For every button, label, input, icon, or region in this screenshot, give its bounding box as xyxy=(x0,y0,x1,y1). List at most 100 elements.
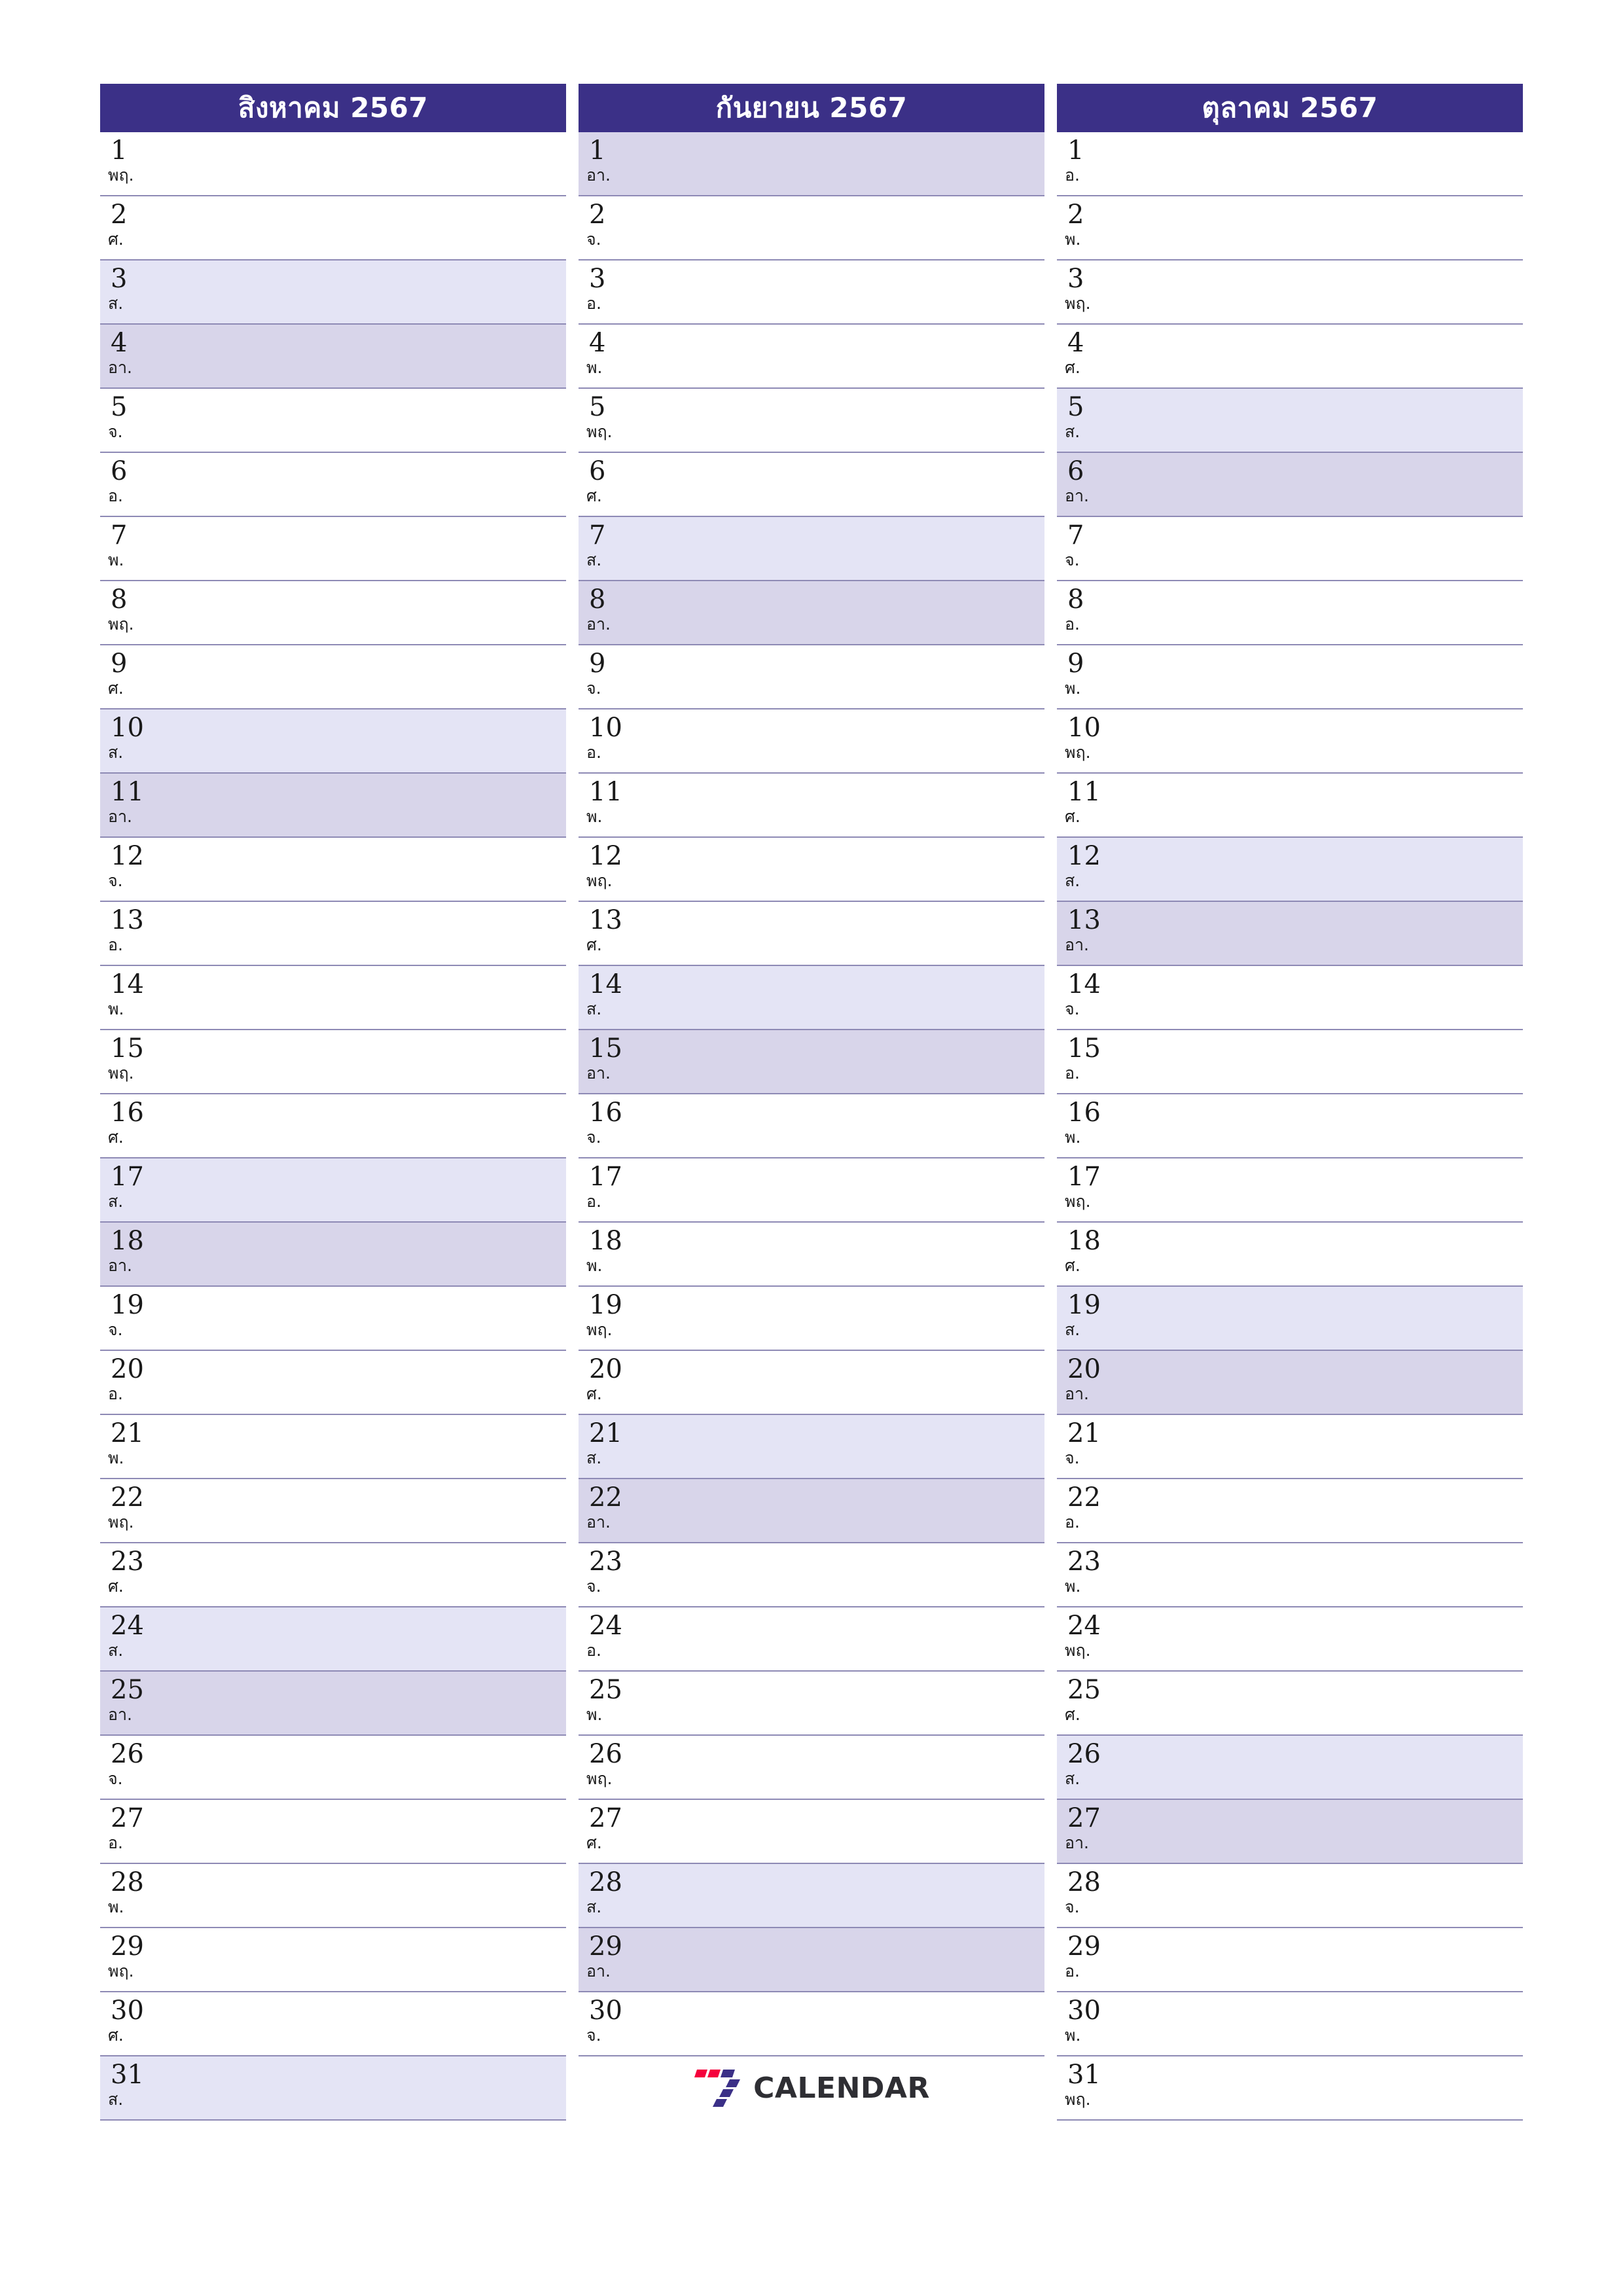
day-row[interactable]: 30 ศ. xyxy=(100,1992,566,2056)
day-row[interactable]: 13 อ. xyxy=(100,902,566,966)
day-row[interactable]: 27 อ. xyxy=(100,1800,566,1864)
day-row[interactable]: 21 พ. xyxy=(100,1415,566,1479)
day-row[interactable]: 7 ส. xyxy=(579,517,1044,581)
day-row[interactable]: 15 อา. xyxy=(579,1030,1044,1094)
day-row[interactable]: 24 ส. xyxy=(100,1607,566,1672)
day-row[interactable]: 20 ศ. xyxy=(579,1351,1044,1415)
day-row[interactable]: 8 อา. xyxy=(579,581,1044,645)
day-weekday-label: พ. xyxy=(586,358,603,377)
day-weekday-label: อา. xyxy=(1065,1833,1089,1852)
day-row[interactable]: 28 พ. xyxy=(100,1864,566,1928)
day-row[interactable]: 17 พฤ. xyxy=(1057,1158,1523,1223)
day-row[interactable]: 28 ส. xyxy=(579,1864,1044,1928)
day-row[interactable]: 24 พฤ. xyxy=(1057,1607,1523,1672)
day-row[interactable]: 17 ส. xyxy=(100,1158,566,1223)
day-weekday-label: ศ. xyxy=(108,2026,124,2045)
day-row[interactable]: 12 จ. xyxy=(100,838,566,902)
day-row[interactable]: 11 ศ. xyxy=(1057,774,1523,838)
day-row[interactable]: 19 จ. xyxy=(100,1287,566,1351)
day-row[interactable]: 16 จ. xyxy=(579,1094,1044,1158)
day-weekday-label: พ. xyxy=(586,807,603,826)
day-row[interactable]: 1 อา. xyxy=(579,132,1044,196)
day-row[interactable]: 9 พ. xyxy=(1057,645,1523,709)
day-row[interactable]: 3 ส. xyxy=(100,260,566,325)
day-row[interactable]: 8 อ. xyxy=(1057,581,1523,645)
day-row[interactable]: 10 ส. xyxy=(100,709,566,774)
day-row[interactable]: 31 พฤ. xyxy=(1057,2056,1523,2121)
day-row[interactable]: 14 จ. xyxy=(1057,966,1523,1030)
day-row[interactable]: 26 ส. xyxy=(1057,1736,1523,1800)
day-row[interactable]: 14 ส. xyxy=(579,966,1044,1030)
day-row[interactable]: 4 อา. xyxy=(100,325,566,389)
day-row[interactable]: 28 จ. xyxy=(1057,1864,1523,1928)
day-row[interactable]: 5 จ. xyxy=(100,389,566,453)
day-row[interactable]: 6 อ. xyxy=(100,453,566,517)
day-row[interactable]: 20 อา. xyxy=(1057,1351,1523,1415)
day-row[interactable]: 1 พฤ. xyxy=(100,132,566,196)
day-row[interactable]: 12 พฤ. xyxy=(579,838,1044,902)
day-row[interactable]: 18 ศ. xyxy=(1057,1223,1523,1287)
day-row[interactable]: 8 พฤ. xyxy=(100,581,566,645)
day-row[interactable]: 10 อ. xyxy=(579,709,1044,774)
day-row[interactable]: 1 อ. xyxy=(1057,132,1523,196)
day-row[interactable]: 7 จ. xyxy=(1057,517,1523,581)
day-row[interactable]: 23 ศ. xyxy=(100,1543,566,1607)
day-row[interactable]: 18 พ. xyxy=(579,1223,1044,1287)
day-row[interactable]: 16 พ. xyxy=(1057,1094,1523,1158)
day-row[interactable]: 11 อา. xyxy=(100,774,566,838)
day-row[interactable]: 27 อา. xyxy=(1057,1800,1523,1864)
day-row[interactable]: 23 จ. xyxy=(579,1543,1044,1607)
day-row[interactable]: 15 อ. xyxy=(1057,1030,1523,1094)
day-row[interactable]: 25 ศ. xyxy=(1057,1672,1523,1736)
day-row[interactable]: 25 พ. xyxy=(579,1672,1044,1736)
day-row[interactable]: 14 พ. xyxy=(100,966,566,1030)
day-row[interactable]: 22 อ. xyxy=(1057,1479,1523,1543)
day-row[interactable]: 27 ศ. xyxy=(579,1800,1044,1864)
day-row[interactable]: 19 ส. xyxy=(1057,1287,1523,1351)
day-row[interactable]: 11 พ. xyxy=(579,774,1044,838)
day-row[interactable]: 21 ส. xyxy=(579,1415,1044,1479)
day-row[interactable]: 3 พฤ. xyxy=(1057,260,1523,325)
day-row[interactable]: 4 พ. xyxy=(579,325,1044,389)
day-row[interactable]: 22 อา. xyxy=(579,1479,1044,1543)
day-number: 15 xyxy=(1067,1033,1101,1064)
day-row[interactable]: 6 ศ. xyxy=(579,453,1044,517)
day-row[interactable]: 21 จ. xyxy=(1057,1415,1523,1479)
day-row[interactable]: 30 จ. xyxy=(579,1992,1044,2056)
day-row[interactable]: 22 พฤ. xyxy=(100,1479,566,1543)
day-row[interactable]: 25 อา. xyxy=(100,1672,566,1736)
day-row[interactable]: 5 ส. xyxy=(1057,389,1523,453)
day-row[interactable]: 23 พ. xyxy=(1057,1543,1523,1607)
day-row[interactable]: 12 ส. xyxy=(1057,838,1523,902)
day-number: 5 xyxy=(1067,392,1084,422)
day-row[interactable]: 16 ศ. xyxy=(100,1094,566,1158)
day-row[interactable]: 6 อา. xyxy=(1057,453,1523,517)
day-row[interactable]: 20 อ. xyxy=(100,1351,566,1415)
day-row[interactable]: 9 จ. xyxy=(579,645,1044,709)
day-row[interactable]: 10 พฤ. xyxy=(1057,709,1523,774)
day-row[interactable]: 24 อ. xyxy=(579,1607,1044,1672)
day-row[interactable]: 13 อา. xyxy=(1057,902,1523,966)
day-row[interactable]: 15 พฤ. xyxy=(100,1030,566,1094)
day-number: 8 xyxy=(589,584,606,615)
day-row[interactable]: 2 ศ. xyxy=(100,196,566,260)
day-number: 2 xyxy=(589,200,606,230)
day-row[interactable]: 13 ศ. xyxy=(579,902,1044,966)
day-row[interactable]: 2 พ. xyxy=(1057,196,1523,260)
day-row[interactable]: 5 พฤ. xyxy=(579,389,1044,453)
day-row[interactable]: 4 ศ. xyxy=(1057,325,1523,389)
day-row[interactable]: 17 อ. xyxy=(579,1158,1044,1223)
day-row[interactable]: 2 จ. xyxy=(579,196,1044,260)
day-row[interactable]: 30 พ. xyxy=(1057,1992,1523,2056)
day-row[interactable]: 7 พ. xyxy=(100,517,566,581)
day-row[interactable]: 29 พฤ. xyxy=(100,1928,566,1992)
day-row[interactable]: 26 จ. xyxy=(100,1736,566,1800)
day-row[interactable]: 18 อา. xyxy=(100,1223,566,1287)
day-row[interactable]: 9 ศ. xyxy=(100,645,566,709)
day-row[interactable]: 26 พฤ. xyxy=(579,1736,1044,1800)
day-row[interactable]: 31 ส. xyxy=(100,2056,566,2121)
day-row[interactable]: 29 อา. xyxy=(579,1928,1044,1992)
day-row[interactable]: 3 อ. xyxy=(579,260,1044,325)
day-row[interactable]: 29 อ. xyxy=(1057,1928,1523,1992)
day-row[interactable]: 19 พฤ. xyxy=(579,1287,1044,1351)
